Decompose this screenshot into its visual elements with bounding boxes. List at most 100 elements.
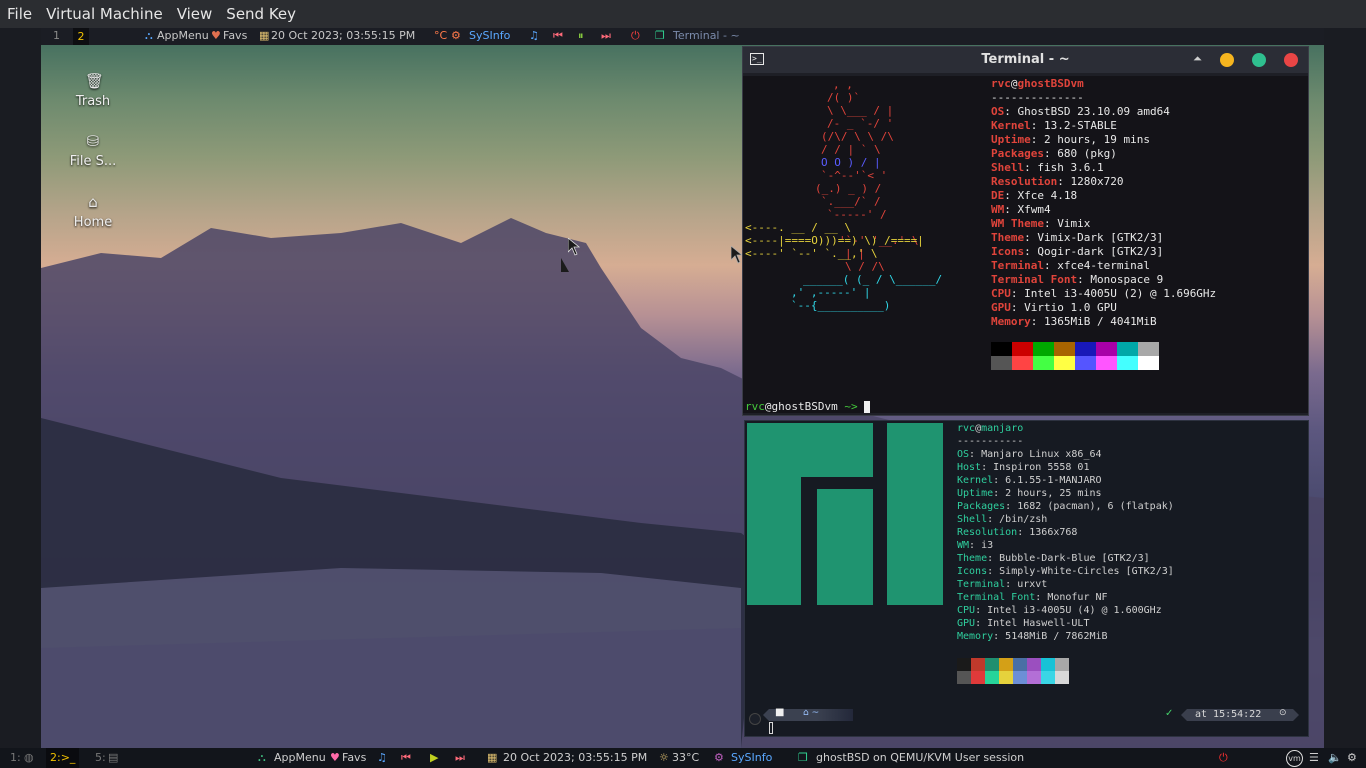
workspace-1-bottom[interactable]: 1: [10, 751, 21, 764]
home-dir-icon: ⌂ ~ [803, 708, 820, 718]
document-icon: ▤ [108, 751, 119, 764]
terminal-window[interactable]: >_ Terminal - ~ ⏶ , , /( )` \ \___ / | /… [742, 46, 1309, 416]
info-value: Monospace 9 [1090, 273, 1164, 286]
info-row: CPU: Intel i3-4005U (2) @ 1.696GHz [991, 287, 1217, 300]
shade-icon[interactable]: ⏶ [1193, 52, 1202, 66]
info-row: OS: Manjaro Linux x86_64 [957, 449, 1102, 460]
info-value: Inspiron 5558 01 [993, 462, 1090, 473]
network-icon[interactable]: ☰ [1309, 751, 1319, 764]
volume-icon[interactable]: 🔈 [1328, 751, 1342, 764]
window-icon: ❐ [655, 29, 665, 42]
menu-view[interactable]: View [170, 5, 220, 23]
info-value: Virtio 1.0 GPU [1024, 301, 1117, 314]
menu-send-key[interactable]: Send Key [219, 5, 303, 23]
sysinfo-label[interactable]: SySInfo [469, 29, 510, 42]
temperature-unit: °C [434, 29, 448, 42]
info-row: GPU: Virtio 1.0 GPU [991, 301, 1117, 314]
info-label: Kernel [991, 119, 1031, 132]
shell-prompt[interactable]: rvc@ghostBSDvm ~> [745, 400, 871, 413]
next-icon[interactable]: ⏭ [455, 751, 465, 765]
info-label: GPU [991, 301, 1011, 314]
maximize-button[interactable] [1252, 53, 1266, 67]
svg-text:,' ,-----' |: ,' ,-----' | [791, 286, 870, 299]
datetime: 20 Oct 2023; 03:55:15 PM [271, 29, 416, 42]
info-label: Icons [957, 566, 988, 577]
svg-text:O O ) / |: O O ) / | [821, 156, 881, 169]
info-label: WM Theme [991, 217, 1044, 230]
session-label[interactable]: ghostBSD on QEMU/KVM User session [816, 751, 1024, 764]
info-label: Memory [991, 315, 1031, 328]
info-value: Intel i3-4005U (2) @ 1.696GHz [1024, 287, 1217, 300]
datetime: 20 Oct 2023; 03:55:15 PM [503, 751, 648, 764]
favs-label[interactable]: Favs [342, 751, 366, 764]
info-row: Terminal Font: Monospace 9 [991, 273, 1164, 286]
info-value: Intel i3-4005U (4) @ 1.600GHz [987, 605, 1162, 616]
power-icon[interactable]: ⏻ [631, 29, 640, 43]
info-label: Uptime [991, 133, 1031, 146]
workspace-2-bottom[interactable]: 2:>_ [46, 748, 80, 768]
desktop-icon-trash[interactable]: 🗑 Trash [53, 72, 133, 109]
gear-icon: ⚙ [451, 29, 461, 42]
desktop-icon-filesystem[interactable]: ⛁ File S... [53, 132, 133, 169]
svg-text:\ / /\: \ / /\ [845, 260, 885, 273]
taskbar-terminal[interactable]: Terminal - ~ [673, 29, 740, 42]
terminal-content[interactable]: , , /( )` \ \___ / | /- _ `-/ ' (/\/ \ \… [743, 76, 1308, 413]
svg-text:\ \___ / |: \ \___ / | [827, 104, 893, 117]
color-swatch [1138, 356, 1159, 370]
drive-icon: ⛁ [86, 132, 100, 150]
workspace-2[interactable]: 2 [73, 28, 89, 45]
info-value: 2 hours, 19 mins [1044, 133, 1150, 146]
color-swatch [1096, 342, 1117, 356]
workspace-5-bottom[interactable]: 5: [95, 751, 106, 764]
pause-icon[interactable]: ⏸ [578, 29, 584, 43]
info-row: Shell: fish 3.6.1 [991, 161, 1104, 174]
manjaro-userhost: rvc@manjaro [957, 423, 1024, 434]
stop-icon: ■ [775, 707, 785, 718]
info-row: Terminal: xfce4-terminal [991, 259, 1150, 272]
menu-virtual-machine[interactable]: Virtual Machine [39, 5, 170, 23]
terminal-titlebar[interactable]: >_ Terminal - ~ ⏶ [743, 47, 1308, 73]
sysinfo-label[interactable]: SySInfo [731, 751, 772, 764]
music-icon[interactable]: ♫ [529, 29, 539, 42]
info-label: Packages [957, 501, 1006, 512]
appmenu-icon: ⛬ [145, 29, 153, 42]
power-icon[interactable]: ⏻ [1219, 751, 1228, 765]
next-icon[interactable]: ⏭ [601, 29, 611, 43]
play-icon[interactable]: ▶ [430, 751, 438, 764]
info-row: Terminal Font: Monofur NF [957, 592, 1108, 603]
minimize-button[interactable] [1220, 53, 1234, 67]
appmenu-label[interactable]: AppMenu [157, 29, 209, 42]
info-value: xfce4-terminal [1057, 259, 1150, 272]
menu-file[interactable]: File [0, 5, 39, 23]
vm-manager-icon[interactable]: vm [1286, 750, 1303, 767]
info-row: WM Theme: Vimix [991, 217, 1091, 230]
previous-icon[interactable]: ⏮ [553, 29, 563, 43]
info-row: Memory: 1365MiB / 4041MiB [991, 315, 1157, 328]
favs-label[interactable]: Favs [223, 29, 247, 42]
manjaro-terminal-window[interactable]: rvc@manjaro ----------- OS: Manjaro Linu… [744, 420, 1309, 737]
info-row: WM: i3 [957, 540, 994, 551]
info-value: 1366x768 [1029, 527, 1078, 538]
info-value: Qogir-dark [GTK2/3] [1037, 245, 1164, 258]
info-label: CPU [991, 287, 1011, 300]
info-row: Uptime: 2 hours, 25 mins [957, 488, 1102, 499]
info-label: WM [957, 540, 970, 551]
settings-icon[interactable]: ⚙ [1347, 751, 1357, 764]
manjaro-separator: ----------- [957, 436, 1024, 447]
info-label: CPU [957, 605, 976, 616]
calendar-icon: ▦ [259, 29, 270, 42]
appmenu-label[interactable]: AppMenu [274, 751, 326, 764]
vm-display[interactable]: 1 2 ⛬ AppMenu ♥ Favs ▦ 20 Oct 2023; 03:5… [41, 28, 1324, 748]
user: rvc [991, 77, 1011, 90]
desktop-icon-home[interactable]: ⌂ Home [53, 193, 133, 230]
info-row: Host: Inspiron 5558 01 [957, 462, 1090, 473]
previous-icon[interactable]: ⏮ [401, 751, 411, 765]
info-value: fish 3.6.1 [1037, 161, 1104, 174]
close-button[interactable] [1284, 53, 1298, 67]
info-value: 6.1.55-1-MANJARO [1005, 475, 1102, 486]
music-icon[interactable]: ♫ [377, 751, 387, 764]
info-row: Packages: 680 (pkg) [991, 147, 1117, 160]
svg-text:/( )`: /( )` [827, 91, 860, 104]
workspace-1[interactable]: 1 [53, 29, 60, 42]
heart-icon: ♥ [211, 29, 221, 42]
